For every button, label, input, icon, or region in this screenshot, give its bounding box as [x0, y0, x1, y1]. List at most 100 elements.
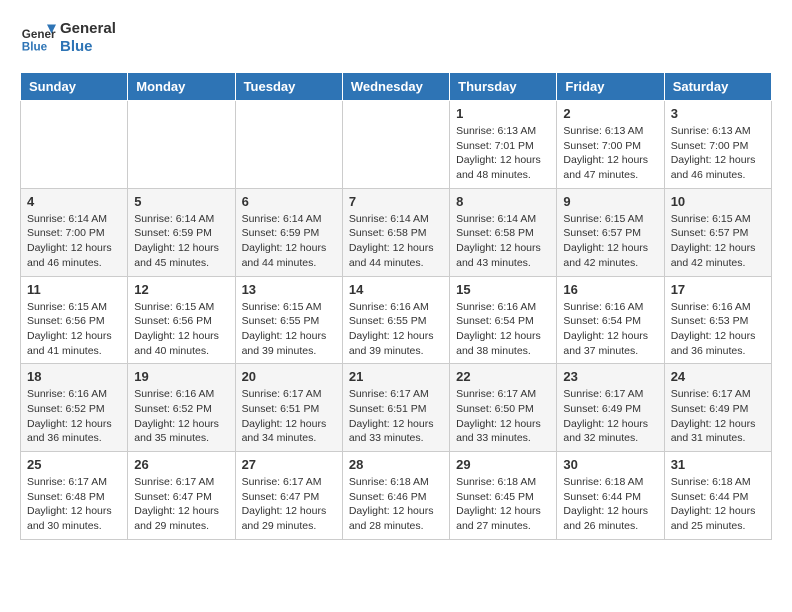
day-number: 16: [563, 282, 657, 297]
col-header-thursday: Thursday: [450, 73, 557, 101]
day-number: 31: [671, 457, 765, 472]
day-info: Sunrise: 6:14 AM Sunset: 7:00 PM Dayligh…: [27, 212, 121, 271]
calendar-cell: 29 Sunrise: 6:18 AM Sunset: 6:45 PM Dayli…: [450, 452, 557, 540]
calendar-cell: 15Sunrise: 6:16 AM Sunset: 6:54 PM Dayli…: [450, 276, 557, 364]
day-info: Sunrise: 6:17 AM Sunset: 6:49 PM Dayligh…: [563, 387, 657, 446]
day-info: Sunrise: 6:15 AM Sunset: 6:57 PM Dayligh…: [563, 212, 657, 271]
col-header-sunday: Sunday: [21, 73, 128, 101]
day-number: 23: [563, 369, 657, 384]
calendar-cell: 10Sunrise: 6:15 AM Sunset: 6:57 PM Dayli…: [664, 188, 771, 276]
day-number: 5: [134, 194, 228, 209]
col-header-friday: Friday: [557, 73, 664, 101]
svg-text:Blue: Blue: [22, 41, 48, 54]
day-info: Sunrise: 6:16 AM Sunset: 6:54 PM Dayligh…: [563, 300, 657, 359]
day-number: 6: [242, 194, 336, 209]
calendar-cell: [342, 101, 449, 189]
calendar-cell: 22Sunrise: 6:17 AM Sunset: 6:50 PM Dayli…: [450, 364, 557, 452]
calendar-cell: [21, 101, 128, 189]
day-info: Sunrise: 6:14 AM Sunset: 6:58 PM Dayligh…: [456, 212, 550, 271]
calendar-cell: 23 Sunrise: 6:17 AM Sunset: 6:49 PM Dayli…: [557, 364, 664, 452]
day-number: 25: [27, 457, 121, 472]
calendar-cell: 18 Sunrise: 6:16 AM Sunset: 6:52 PM Dayli…: [21, 364, 128, 452]
day-number: 29: [456, 457, 550, 472]
day-number: 27: [242, 457, 336, 472]
day-number: 12: [134, 282, 228, 297]
calendar-cell: 20 Sunrise: 6:17 AM Sunset: 6:51 PM Dayli…: [235, 364, 342, 452]
week-row-5: 25 Sunrise: 6:17 AM Sunset: 6:48 PM Dayli…: [21, 452, 772, 540]
day-info: Sunrise: 6:16 AM Sunset: 6:52 PM Dayligh…: [134, 387, 228, 446]
calendar-cell: 31 Sunrise: 6:18 AM Sunset: 6:44 PM Dayli…: [664, 452, 771, 540]
calendar-cell: 8Sunrise: 6:14 AM Sunset: 6:58 PM Daylig…: [450, 188, 557, 276]
day-info: Sunrise: 6:17 AM Sunset: 6:51 PM Dayligh…: [242, 387, 336, 446]
day-info: Sunrise: 6:13 AM Sunset: 7:01 PM Dayligh…: [456, 124, 550, 183]
calendar-cell: 24Sunrise: 6:17 AM Sunset: 6:49 PM Dayli…: [664, 364, 771, 452]
day-number: 30: [563, 457, 657, 472]
calendar-cell: 2Sunrise: 6:13 AM Sunset: 7:00 PM Daylig…: [557, 101, 664, 189]
page-header: General Blue General Blue: [20, 20, 772, 56]
day-number: 10: [671, 194, 765, 209]
day-info: Sunrise: 6:18 AM Sunset: 6:44 PM Dayligh…: [671, 475, 765, 534]
calendar-cell: 19 Sunrise: 6:16 AM Sunset: 6:52 PM Dayli…: [128, 364, 235, 452]
week-row-2: 4 Sunrise: 6:14 AM Sunset: 7:00 PM Daylig…: [21, 188, 772, 276]
week-row-4: 18 Sunrise: 6:16 AM Sunset: 6:52 PM Dayli…: [21, 364, 772, 452]
calendar-cell: 17 Sunrise: 6:16 AM Sunset: 6:53 PM Dayli…: [664, 276, 771, 364]
day-number: 21: [349, 369, 443, 384]
day-info: Sunrise: 6:16 AM Sunset: 6:53 PM Dayligh…: [671, 300, 765, 359]
calendar-cell: 3 Sunrise: 6:13 AM Sunset: 7:00 PM Daylig…: [664, 101, 771, 189]
calendar-cell: 27 Sunrise: 6:17 AM Sunset: 6:47 PM Dayli…: [235, 452, 342, 540]
col-header-monday: Monday: [128, 73, 235, 101]
calendar-cell: 30 Sunrise: 6:18 AM Sunset: 6:44 PM Dayli…: [557, 452, 664, 540]
week-row-1: 1 Sunrise: 6:13 AM Sunset: 7:01 PM Daylig…: [21, 101, 772, 189]
logo-icon: General Blue: [20, 20, 56, 56]
calendar-cell: 9 Sunrise: 6:15 AM Sunset: 6:57 PM Daylig…: [557, 188, 664, 276]
day-number: 20: [242, 369, 336, 384]
day-info: Sunrise: 6:18 AM Sunset: 6:45 PM Dayligh…: [456, 475, 550, 534]
day-number: 28: [349, 457, 443, 472]
day-number: 13: [242, 282, 336, 297]
day-number: 9: [563, 194, 657, 209]
day-number: 19: [134, 369, 228, 384]
day-number: 18: [27, 369, 121, 384]
logo-general: General: [60, 20, 116, 38]
day-info: Sunrise: 6:17 AM Sunset: 6:51 PM Dayligh…: [349, 387, 443, 446]
day-info: Sunrise: 6:18 AM Sunset: 6:46 PM Dayligh…: [349, 475, 443, 534]
calendar-cell: [235, 101, 342, 189]
day-number: 3: [671, 106, 765, 121]
calendar-cell: 11 Sunrise: 6:15 AM Sunset: 6:56 PM Dayli…: [21, 276, 128, 364]
day-info: Sunrise: 6:15 AM Sunset: 6:56 PM Dayligh…: [134, 300, 228, 359]
calendar-header-row: SundayMondayTuesdayWednesdayThursdayFrid…: [21, 73, 772, 101]
day-number: 24: [671, 369, 765, 384]
calendar-table: SundayMondayTuesdayWednesdayThursdayFrid…: [20, 72, 772, 540]
day-info: Sunrise: 6:16 AM Sunset: 6:52 PM Dayligh…: [27, 387, 121, 446]
day-number: 15: [456, 282, 550, 297]
day-number: 22: [456, 369, 550, 384]
day-info: Sunrise: 6:13 AM Sunset: 7:00 PM Dayligh…: [671, 124, 765, 183]
day-info: Sunrise: 6:14 AM Sunset: 6:59 PM Dayligh…: [134, 212, 228, 271]
day-number: 4: [27, 194, 121, 209]
calendar-cell: 6Sunrise: 6:14 AM Sunset: 6:59 PM Daylig…: [235, 188, 342, 276]
day-number: 7: [349, 194, 443, 209]
calendar-cell: 28 Sunrise: 6:18 AM Sunset: 6:46 PM Dayli…: [342, 452, 449, 540]
calendar-cell: 1 Sunrise: 6:13 AM Sunset: 7:01 PM Daylig…: [450, 101, 557, 189]
calendar-cell: 7Sunrise: 6:14 AM Sunset: 6:58 PM Daylig…: [342, 188, 449, 276]
col-header-saturday: Saturday: [664, 73, 771, 101]
day-info: Sunrise: 6:15 AM Sunset: 6:56 PM Dayligh…: [27, 300, 121, 359]
day-info: Sunrise: 6:13 AM Sunset: 7:00 PM Dayligh…: [563, 124, 657, 183]
calendar-cell: 25 Sunrise: 6:17 AM Sunset: 6:48 PM Dayli…: [21, 452, 128, 540]
day-info: Sunrise: 6:16 AM Sunset: 6:55 PM Dayligh…: [349, 300, 443, 359]
col-header-wednesday: Wednesday: [342, 73, 449, 101]
calendar-cell: 4 Sunrise: 6:14 AM Sunset: 7:00 PM Daylig…: [21, 188, 128, 276]
day-number: 11: [27, 282, 121, 297]
calendar-cell: [128, 101, 235, 189]
calendar-cell: 21 Sunrise: 6:17 AM Sunset: 6:51 PM Dayli…: [342, 364, 449, 452]
day-info: Sunrise: 6:15 AM Sunset: 6:55 PM Dayligh…: [242, 300, 336, 359]
day-number: 1: [456, 106, 550, 121]
calendar-cell: 16 Sunrise: 6:16 AM Sunset: 6:54 PM Dayli…: [557, 276, 664, 364]
day-info: Sunrise: 6:17 AM Sunset: 6:48 PM Dayligh…: [27, 475, 121, 534]
day-info: Sunrise: 6:18 AM Sunset: 6:44 PM Dayligh…: [563, 475, 657, 534]
day-number: 17: [671, 282, 765, 297]
calendar-cell: 12 Sunrise: 6:15 AM Sunset: 6:56 PM Dayli…: [128, 276, 235, 364]
logo: General Blue General Blue: [20, 20, 116, 56]
calendar-cell: 5 Sunrise: 6:14 AM Sunset: 6:59 PM Daylig…: [128, 188, 235, 276]
day-info: Sunrise: 6:17 AM Sunset: 6:47 PM Dayligh…: [242, 475, 336, 534]
